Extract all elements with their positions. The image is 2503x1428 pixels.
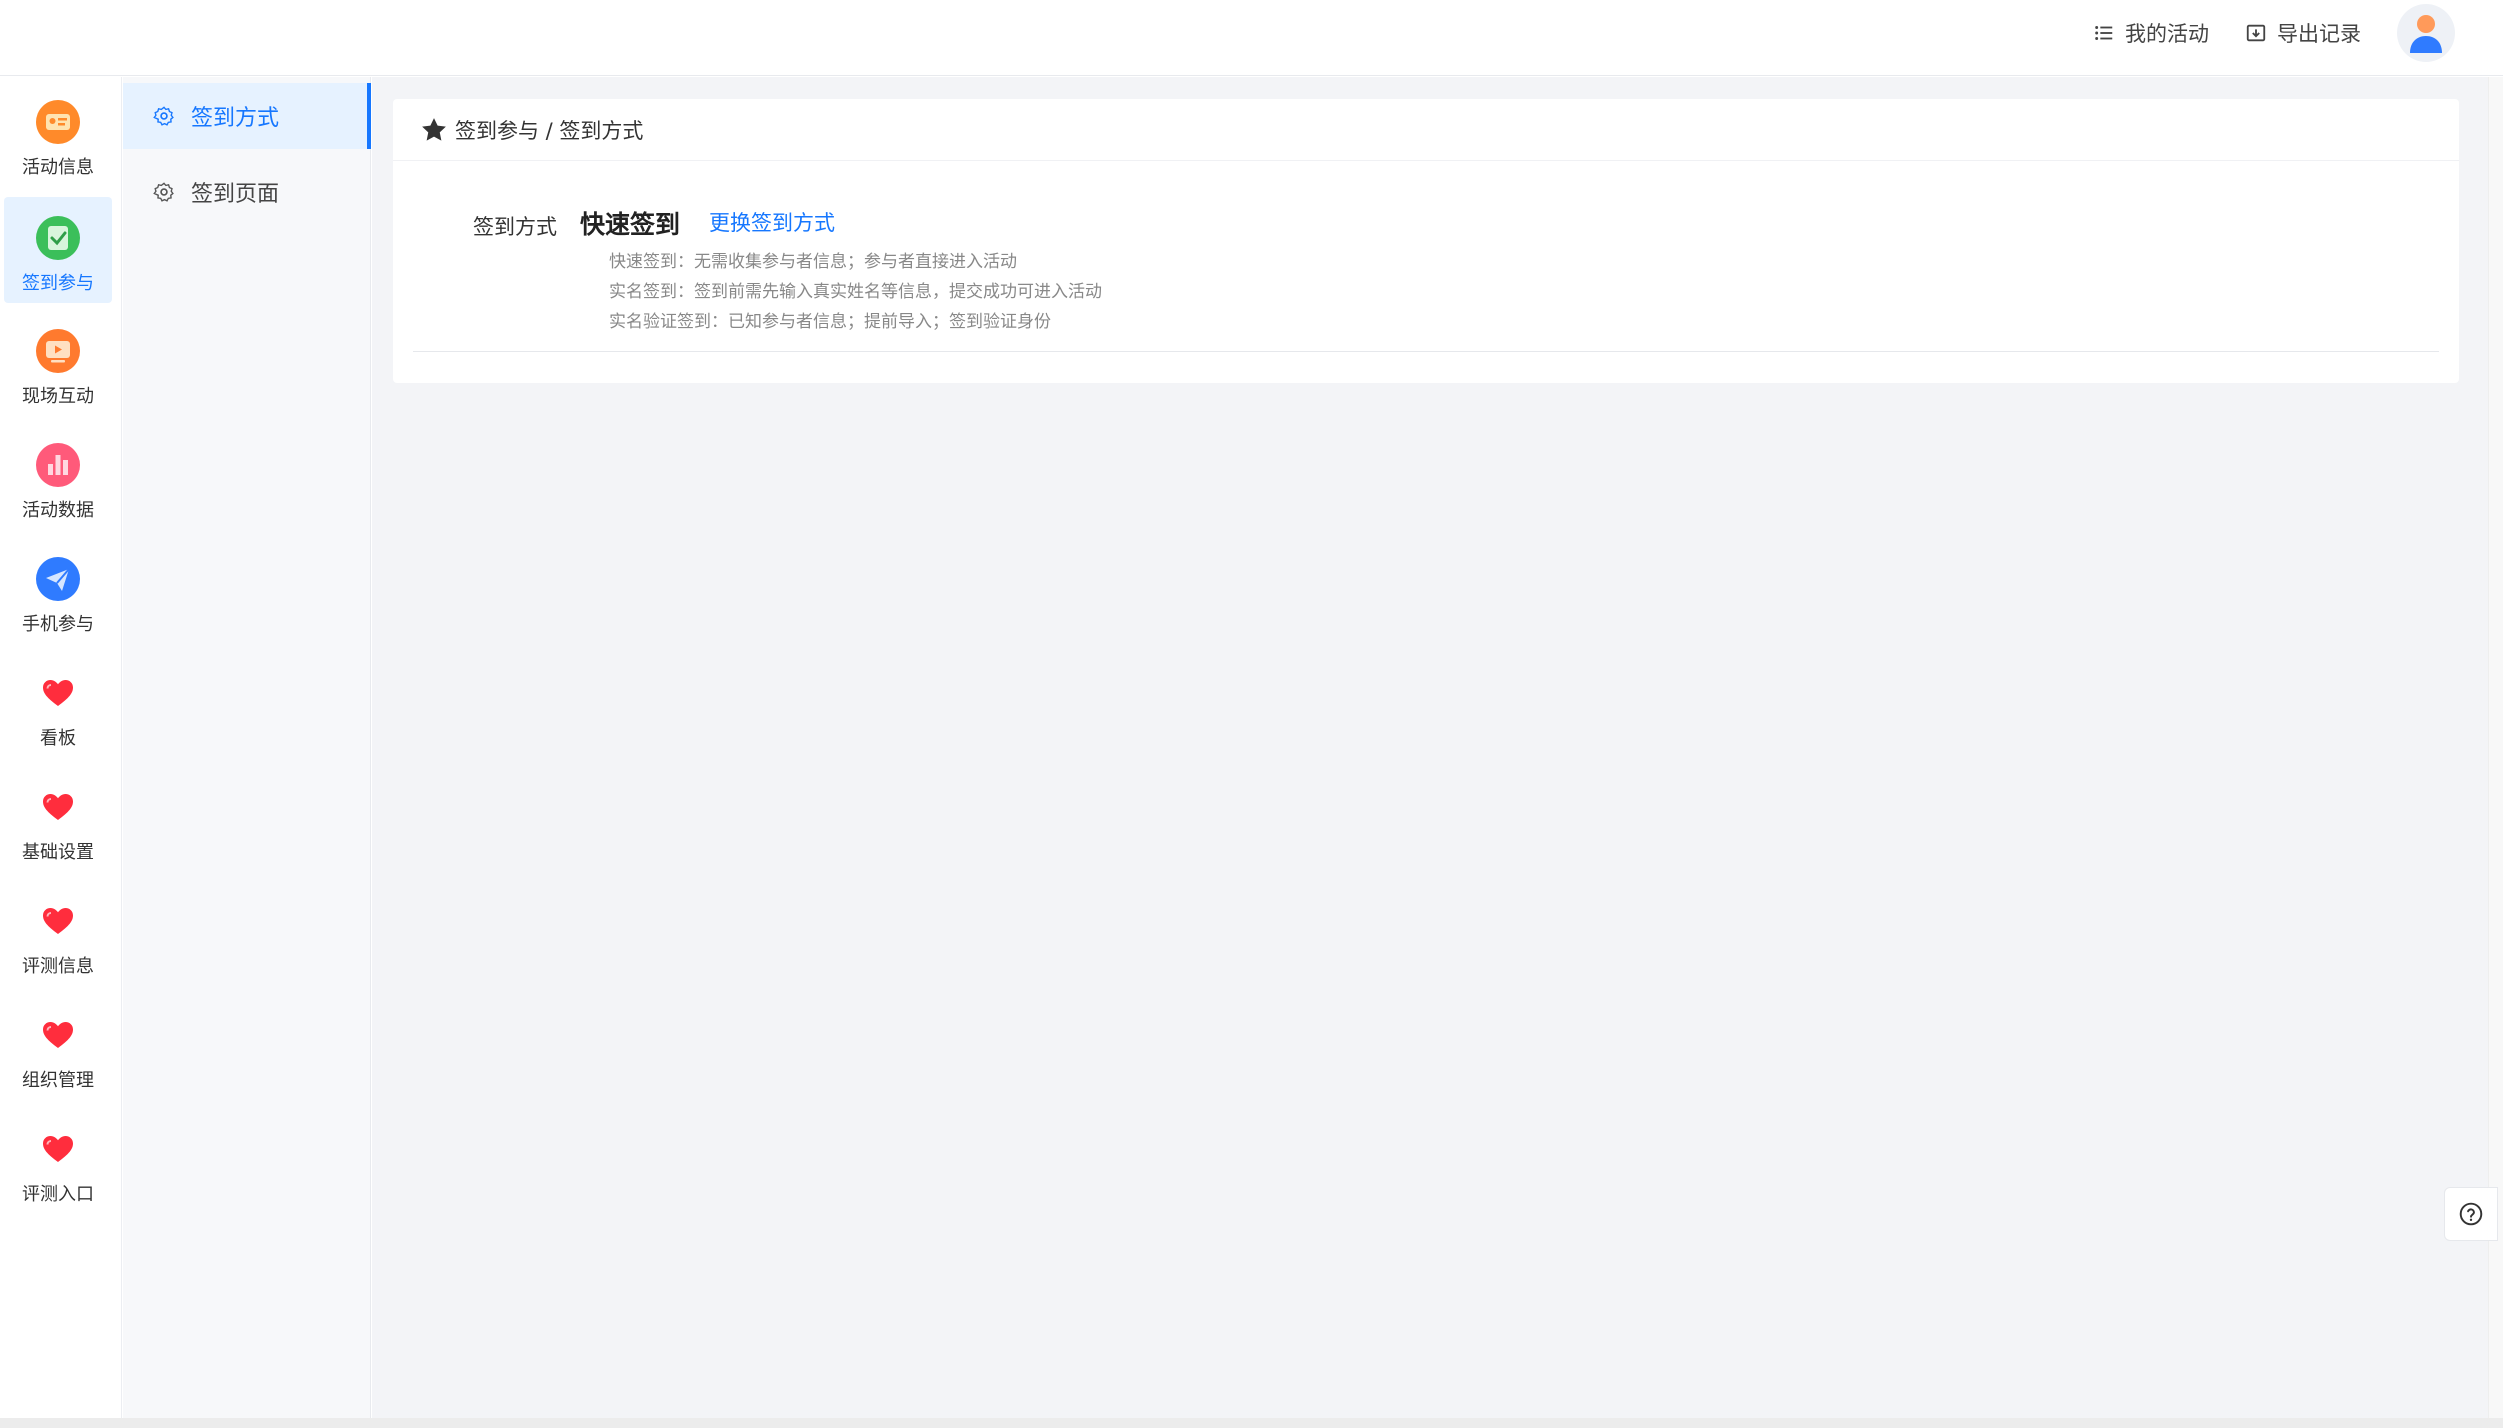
nav-label: 组织管理 (22, 1070, 94, 1091)
user-avatar[interactable] (2397, 4, 2455, 62)
export-icon (2246, 24, 2266, 42)
nav-item-activity-info[interactable]: 活动信息 (4, 81, 112, 187)
list-icon (2095, 26, 2113, 40)
checkin-method-label: 签到方式 (473, 215, 557, 239)
current-method-value: 快速签到 (580, 210, 681, 239)
header-actions: 我的活动 导出记录 (2093, 0, 2455, 66)
method-description: 实名验证签到：已知参与者信息；提前导入；签到验证身份 (609, 312, 1051, 332)
change-method-link[interactable]: 更换签到方式 (709, 207, 835, 237)
question-icon (2459, 1202, 2483, 1226)
nav-label: 签到参与 (22, 273, 94, 294)
nav-item-board[interactable]: 看板 (4, 652, 112, 758)
sub-item-checkin-page[interactable]: 签到页面 (123, 159, 371, 225)
breadcrumb-text: 签到参与 / 签到方式 (455, 118, 644, 143)
nav-label: 手机参与 (22, 614, 94, 635)
nav-item-live-interaction[interactable]: 现场互动 (4, 310, 112, 416)
nav-item-evaluation-entry[interactable]: 评测入口 (4, 1108, 112, 1214)
breadcrumb: 签到参与 / 签到方式 (393, 99, 2459, 161)
app-root: 我的活动 导出记录 活动信息 签到参与 现场互动 活动数据 手机参与 看板 基础… (0, 0, 2503, 1428)
nav-label: 活动数据 (22, 500, 94, 521)
bar-chart-icon (36, 443, 80, 487)
gear-icon (153, 106, 174, 126)
nav-label: 基础设置 (22, 842, 94, 863)
gear-icon (153, 182, 174, 202)
nav-item-checkin[interactable]: 签到参与 (4, 197, 112, 303)
method-description: 实名签到：签到前需先输入真实姓名等信息，提交成功可进入活动 (609, 282, 1102, 302)
divider (413, 351, 2439, 352)
nav-item-basic-settings[interactable]: 基础设置 (4, 766, 112, 872)
nav-item-mobile-participation[interactable]: 手机参与 (4, 538, 112, 644)
left-icon-nav: 活动信息 签到参与 现场互动 活动数据 手机参与 看板 基础设置 评测信息 组织… (0, 77, 122, 1418)
heart-icon (43, 1136, 73, 1162)
nav-label: 现场互动 (22, 386, 94, 407)
nav-label: 看板 (40, 728, 76, 749)
nav-label: 评测信息 (22, 956, 94, 977)
checkin-method-card: 签到参与 / 签到方式 签到方式 快速签到 更换签到方式 快速签到：无需收集参与… (393, 99, 2459, 383)
heart-icon (43, 794, 73, 820)
user-avatar-icon (2410, 15, 2442, 53)
sub-item-label: 签到方式 (191, 106, 280, 131)
heart-icon (43, 1022, 73, 1048)
sub-menu: 签到方式 签到页面 (123, 77, 371, 1418)
nav-item-organization[interactable]: 组织管理 (4, 994, 112, 1100)
screen-play-icon (36, 329, 80, 373)
my-activity-button[interactable]: 我的活动 (2093, 18, 2209, 48)
star-icon (422, 117, 446, 141)
nav-label: 评测入口 (22, 1184, 94, 1205)
sub-item-checkin-method[interactable]: 签到方式 (123, 83, 371, 149)
main-content: 签到参与 / 签到方式 签到方式 快速签到 更换签到方式 快速签到：无需收集参与… (372, 77, 2503, 1418)
id-card-icon (36, 100, 80, 144)
method-description: 快速签到：无需收集参与者信息；参与者直接进入活动 (609, 252, 1017, 272)
sub-item-label: 签到页面 (191, 182, 280, 207)
help-button[interactable] (2444, 1187, 2498, 1241)
top-header: 我的活动 导出记录 (0, 0, 2503, 76)
export-records-label: 导出记录 (2277, 22, 2361, 46)
nav-item-activity-data[interactable]: 活动数据 (4, 424, 112, 530)
paper-plane-icon (36, 557, 80, 601)
nav-item-evaluation-info[interactable]: 评测信息 (4, 880, 112, 986)
my-activity-label: 我的活动 (2125, 22, 2209, 46)
heart-icon (43, 680, 73, 706)
export-records-button[interactable]: 导出记录 (2245, 18, 2361, 48)
check-clipboard-icon (36, 216, 80, 260)
bottom-scrollbar[interactable] (0, 1418, 2503, 1428)
heart-icon (43, 908, 73, 934)
nav-label: 活动信息 (22, 157, 94, 178)
